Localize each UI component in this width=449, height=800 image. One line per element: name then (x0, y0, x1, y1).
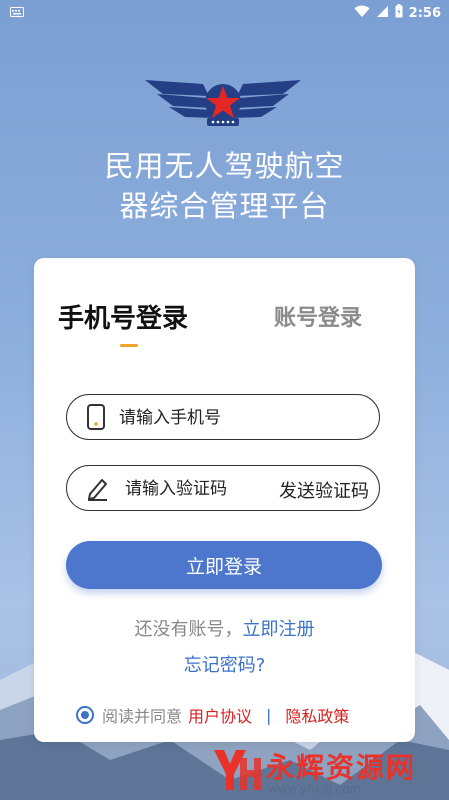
watermark-logo-icon (214, 750, 261, 790)
login-button[interactable]: 立即登录 (66, 541, 382, 589)
pencil-icon (88, 479, 107, 501)
code-field: 发送验证码 (66, 465, 380, 512)
active-tab-indicator (120, 344, 138, 347)
status-time: 2:56 (408, 5, 441, 21)
signal-icon (376, 5, 389, 22)
send-code-button[interactable]: 发送验证码 (279, 477, 369, 503)
watermark: 永辉资源网 www.yhkjjj.com (210, 740, 449, 800)
login-card: 手机号登录 账号登录 发送验证码 立即登录 还没有账号，立即注册 忘记密码? 阅… (34, 258, 415, 742)
status-bar: 2:56 (0, 0, 449, 24)
privacy-policy-link[interactable]: 隐私政策 (285, 703, 349, 727)
register-link[interactable]: 立即注册 (243, 619, 315, 640)
watermark-url: www.yhkjjj.com (268, 782, 362, 796)
register-prompt: 还没有账号，立即注册 (34, 615, 415, 641)
forgot-password-link[interactable]: 忘记密码? (34, 651, 415, 677)
read-agree-text: 阅读并同意 (102, 707, 183, 726)
phone-input[interactable] (117, 395, 281, 441)
no-account-text: 还没有账号， (134, 619, 243, 640)
app-title: 民用无人驾驶航空 器综合管理平台 (0, 146, 449, 226)
app-title-line2: 器综合管理平台 (119, 189, 330, 223)
code-input[interactable] (123, 466, 287, 512)
battery-icon (395, 4, 403, 22)
keyboard-icon (10, 6, 24, 21)
agreement-row: 阅读并同意 用户协议 | 隐私政策 (76, 703, 349, 727)
tab-phone-login[interactable]: 手机号登录 (58, 298, 188, 335)
phone-icon (87, 404, 105, 430)
watermark-text: 永辉资源网 (266, 751, 417, 784)
tab-account-login[interactable]: 账号登录 (274, 300, 362, 332)
wifi-icon (354, 5, 370, 22)
agreement-separator: | (266, 705, 272, 725)
app-title-line1: 民用无人驾驶航空 (104, 149, 345, 183)
wings-star-logo (145, 80, 301, 126)
phone-field (66, 394, 380, 441)
user-agreement-link[interactable]: 用户协议 (188, 703, 252, 727)
agree-radio[interactable] (76, 706, 94, 724)
